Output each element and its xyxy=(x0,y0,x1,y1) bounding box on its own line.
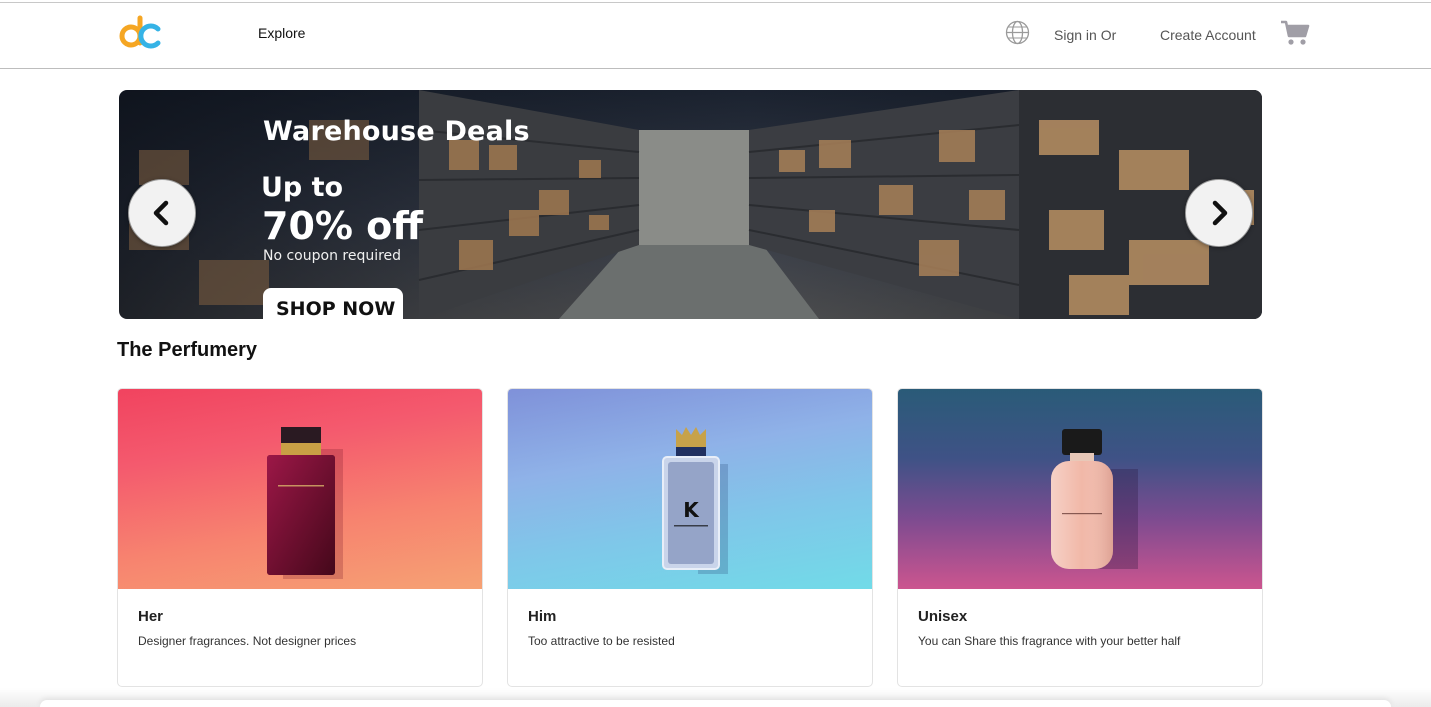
card-title: Unisex xyxy=(918,608,968,625)
card-description: You can Share this fragrance with your b… xyxy=(918,634,1181,648)
her-perfume-image xyxy=(118,389,482,589)
globe-icon[interactable] xyxy=(1005,20,1030,45)
bottom-edge xyxy=(40,700,1391,707)
hero-banner[interactable]: Warehouse Deals Up to 70% off No coupon … xyxy=(119,90,1262,319)
chevron-right-icon xyxy=(1212,200,1228,226)
category-card-unisex[interactable]: Unisex You can Share this fragrance with… xyxy=(897,388,1263,687)
create-account-link[interactable]: Create Account xyxy=(1160,27,1256,43)
signin-link[interactable]: Sign in Or xyxy=(1054,27,1116,43)
unisex-perfume-image xyxy=(898,389,1262,589)
card-title: Him xyxy=(528,608,557,625)
section-title: The Perfumery xyxy=(117,339,258,361)
cart-icon[interactable] xyxy=(1280,19,1310,47)
chevron-left-icon xyxy=(153,200,169,226)
banner-upto: Up to xyxy=(261,172,344,203)
card-description: Too attractive to be resisted xyxy=(528,634,675,648)
header-bar: Explore Sign in Or Create Account xyxy=(0,3,1431,69)
carousel-prev-button[interactable] xyxy=(128,179,196,247)
banner-title: Warehouse Deals xyxy=(263,116,530,147)
card-description: Designer fragrances. Not designer prices xyxy=(138,634,357,648)
banner-subtitle: No coupon required xyxy=(263,248,402,264)
shop-now-button[interactable]: SHOP NOW xyxy=(263,288,403,319)
banner-discount: 70% off xyxy=(262,204,424,248)
dc-logo-icon[interactable] xyxy=(118,15,162,51)
him-perfume-image: K xyxy=(508,389,872,589)
svg-text:K: K xyxy=(683,498,700,522)
category-card-him[interactable]: K Him Too attractive to be resisted xyxy=(507,388,873,687)
carousel-next-button[interactable] xyxy=(1185,179,1253,247)
category-card-her[interactable]: Her Designer fragrances. Not designer pr… xyxy=(117,388,483,687)
nav-explore[interactable]: Explore xyxy=(258,25,305,41)
card-title: Her xyxy=(138,608,164,625)
